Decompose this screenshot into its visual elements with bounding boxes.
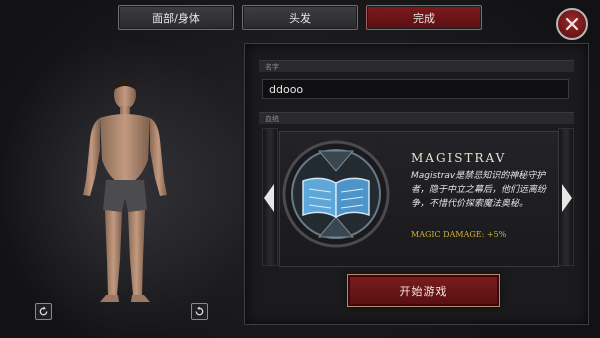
arrow-left-icon[interactable]	[264, 184, 274, 212]
start-game-label: 开始游戏	[399, 284, 448, 298]
book-emblem-icon	[282, 140, 390, 248]
rotate-right-button[interactable]	[191, 303, 208, 320]
background-section-label: 血统	[259, 112, 574, 124]
background-title: MAGISTRAV	[411, 151, 507, 165]
start-game-button[interactable]: 开始游戏	[347, 274, 500, 307]
name-input[interactable]	[262, 79, 569, 99]
tab-label: 完成	[413, 11, 435, 25]
character-model[interactable]	[70, 70, 180, 315]
close-icon	[565, 17, 579, 31]
arrow-right-icon[interactable]	[562, 184, 572, 212]
tab-finish[interactable]: 完成	[366, 5, 482, 30]
background-bonus: MAGIC DAMAGE: +5%	[411, 230, 507, 239]
tab-label: 面部/身体	[152, 11, 200, 25]
close-button[interactable]	[556, 8, 588, 40]
tab-face-body[interactable]: 面部/身体	[118, 5, 234, 30]
character-info-panel: 名字 血统 MAGISTRAV Magistrav是禁忌知识的神秘守护者，隐于中…	[244, 43, 589, 325]
background-description: Magistrav是禁忌知识的神秘守护者，隐于中立之幕后，他们远离纷争，不惜代价…	[411, 171, 547, 209]
rotate-right-icon	[195, 306, 204, 316]
rotate-left-button[interactable]	[35, 303, 52, 320]
tab-hair[interactable]: 头发	[242, 5, 358, 30]
rotate-left-icon	[39, 306, 48, 316]
name-section-label: 名字	[259, 60, 574, 72]
tab-label: 头发	[289, 11, 311, 25]
